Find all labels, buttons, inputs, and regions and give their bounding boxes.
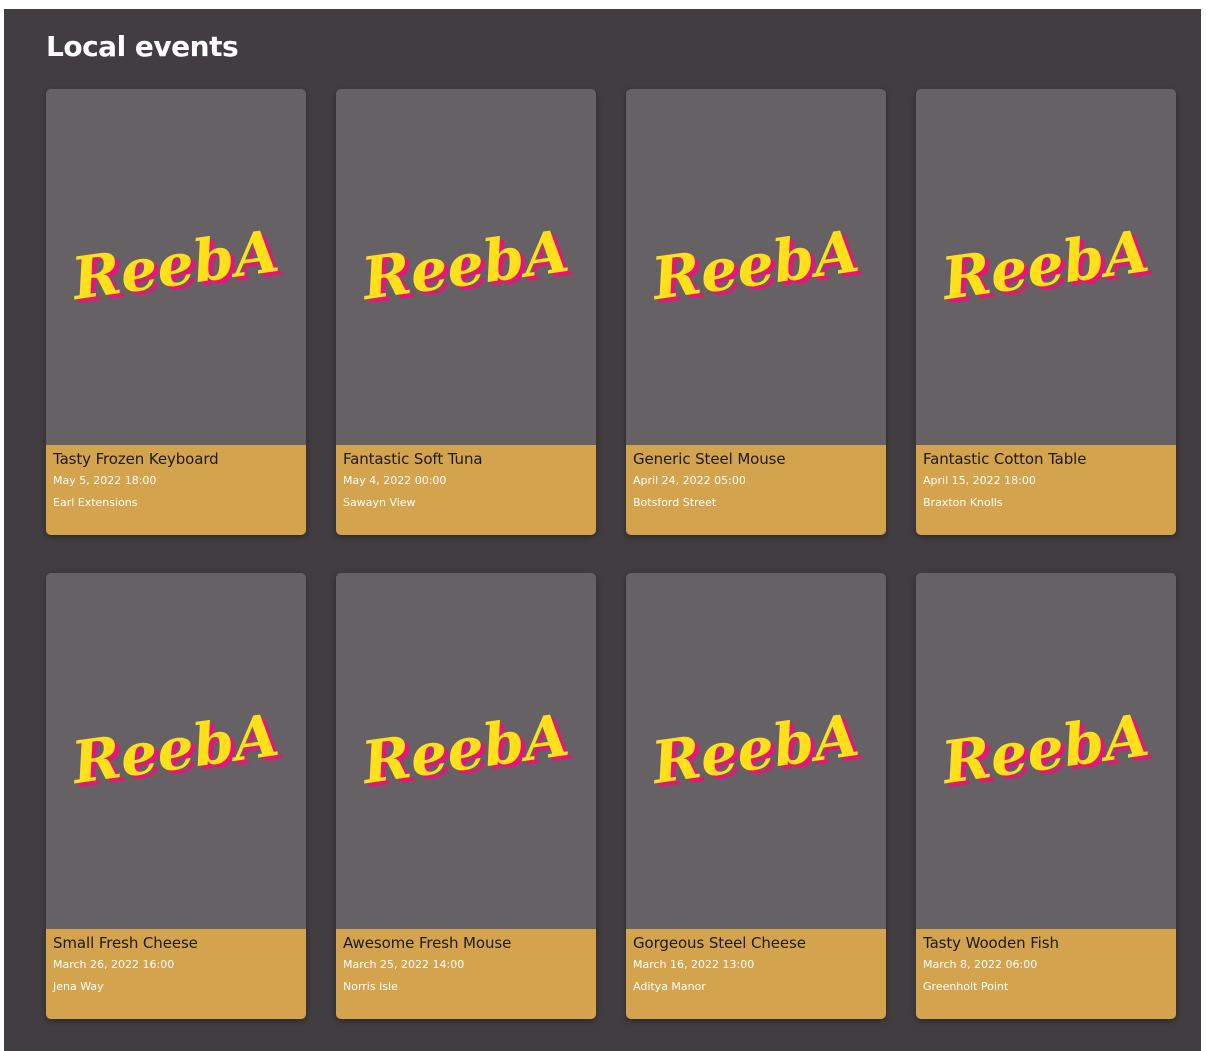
event-info: Fantastic Cotton Table April 15, 2022 18… [916,445,1176,535]
event-image: ReebA ReebA [336,573,596,929]
svg-text:ReebA: ReebA [646,217,863,314]
page-title: Local events [46,30,239,63]
event-location: Aditya Manor [633,980,706,993]
event-card[interactable]: ReebA ReebA Tasty Frozen Keyboard May 5,… [46,89,306,535]
reeba-logo: ReebA ReebA [646,701,868,801]
reeba-logo: ReebA ReebA [646,217,868,317]
event-info: Tasty Frozen Keyboard May 5, 2022 18:00 … [46,445,306,535]
event-title[interactable]: Gorgeous Steel Cheese [633,934,879,953]
event-date: March 8, 2022 06:00 [923,958,1038,971]
svg-text:ReebA: ReebA [66,217,283,314]
reeba-logo: ReebA ReebA [356,701,578,801]
event-date: May 4, 2022 00:00 [343,474,447,487]
event-title[interactable]: Fantastic Cotton Table [923,450,1169,469]
event-info: Gorgeous Steel Cheese March 16, 2022 13:… [626,929,886,1019]
event-card[interactable]: ReebA ReebA Tasty Wooden Fish March 8, 2… [916,573,1176,1019]
event-location: Greenholt Point [923,980,1009,993]
event-date: April 24, 2022 05:00 [633,474,746,487]
svg-text:ReebA: ReebA [646,701,863,798]
event-location: Earl Extensions [53,496,138,509]
event-title[interactable]: Tasty Wooden Fish [923,934,1169,953]
event-date: March 25, 2022 14:00 [343,958,465,971]
event-image: ReebA ReebA [916,89,1176,445]
event-card[interactable]: ReebA ReebA Fantastic Soft Tuna May 4, 2… [336,89,596,535]
event-date: April 15, 2022 18:00 [923,474,1036,487]
events-grid: ReebA ReebA Tasty Frozen Keyboard May 5,… [46,89,1176,1019]
svg-text:ReebA: ReebA [936,217,1153,314]
event-location: Jena Way [53,980,104,993]
event-title[interactable]: Fantastic Soft Tuna [343,450,589,469]
event-card[interactable]: ReebA ReebA Gorgeous Steel Cheese March … [626,573,886,1019]
event-image: ReebA ReebA [626,573,886,929]
event-info: Small Fresh Cheese March 26, 2022 16:00 … [46,929,306,1019]
event-info: Fantastic Soft Tuna May 4, 2022 00:00 Sa… [336,445,596,535]
event-location: Botsford Street [633,496,717,509]
event-card[interactable]: ReebA ReebA Small Fresh Cheese March 26,… [46,573,306,1019]
reeba-logo: ReebA ReebA [936,701,1158,801]
event-location: Sawayn View [343,496,416,509]
event-info: Generic Steel Mouse April 24, 2022 05:00… [626,445,886,535]
event-location: Norris Isle [343,980,398,993]
event-info: Tasty Wooden Fish March 8, 2022 06:00 Gr… [916,929,1176,1019]
event-title[interactable]: Tasty Frozen Keyboard [53,450,299,469]
event-date: May 5, 2022 18:00 [53,474,157,487]
event-title[interactable]: Awesome Fresh Mouse [343,934,589,953]
svg-text:ReebA: ReebA [66,701,283,798]
event-info: Awesome Fresh Mouse March 25, 2022 14:00… [336,929,596,1019]
event-image: ReebA ReebA [46,89,306,445]
event-image: ReebA ReebA [626,89,886,445]
reeba-logo: ReebA ReebA [936,217,1158,317]
event-card[interactable]: ReebA ReebA Generic Steel Mouse April 24… [626,89,886,535]
svg-text:ReebA: ReebA [356,217,573,314]
event-card[interactable]: ReebA ReebA Awesome Fresh Mouse March 25… [336,573,596,1019]
event-location: Braxton Knolls [923,496,1003,509]
reeba-logo: ReebA ReebA [356,217,578,317]
reeba-logo: ReebA ReebA [66,217,288,317]
event-card[interactable]: ReebA ReebA Fantastic Cotton Table April… [916,89,1176,535]
svg-text:ReebA: ReebA [356,701,573,798]
reeba-logo: ReebA ReebA [66,701,288,801]
event-title[interactable]: Small Fresh Cheese [53,934,299,953]
event-title[interactable]: Generic Steel Mouse [633,450,879,469]
local-events-section: Local events ReebA ReebA Tasty Frozen Ke… [4,9,1201,1051]
event-image: ReebA ReebA [46,573,306,929]
event-date: March 16, 2022 13:00 [633,958,755,971]
svg-text:ReebA: ReebA [936,701,1153,798]
event-image: ReebA ReebA [916,573,1176,929]
event-image: ReebA ReebA [336,89,596,445]
event-date: March 26, 2022 16:00 [53,958,175,971]
